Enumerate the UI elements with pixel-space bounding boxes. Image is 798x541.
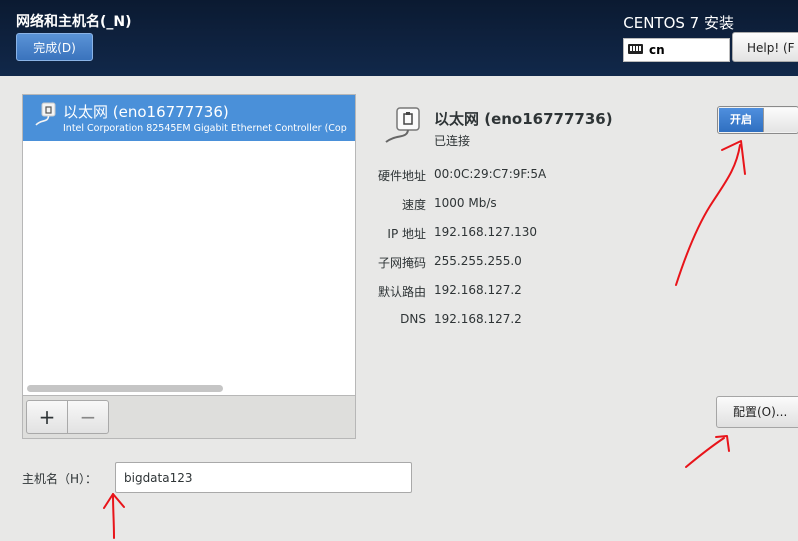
add-device-button[interactable]: + xyxy=(26,400,68,434)
ip-address-label: IP 地址 xyxy=(387,227,426,241)
keyboard-layout-indicator[interactable]: cn xyxy=(623,38,730,62)
keyboard-layout-label: cn xyxy=(649,43,665,57)
network-wired-icon xyxy=(35,102,56,126)
hostname-input[interactable] xyxy=(115,462,412,493)
speed-value: 1000 Mb/s xyxy=(434,196,497,210)
subnet-mask-label: 子网掩码 xyxy=(377,256,426,270)
annotation-arrow-hostname-head xyxy=(103,493,125,509)
device-name: 以太网 (eno16777736) xyxy=(63,103,229,121)
product-title: CENTOS 7 安装 xyxy=(623,14,734,32)
toggle-knob[interactable] xyxy=(763,108,798,132)
default-route-label: 默认路由 xyxy=(377,285,426,299)
hardware-address-value: 00:0C:29:C7:9F:5A xyxy=(434,167,547,181)
hardware-address-label: 硬件地址 xyxy=(377,169,426,183)
remove-device-button[interactable]: − xyxy=(67,400,109,434)
dns-label: DNS xyxy=(400,312,426,326)
device-toggle-switch[interactable]: 开启 xyxy=(717,106,798,134)
subnet-mask-value: 255.255.255.0 xyxy=(434,254,522,268)
annotation-arrow-hostname xyxy=(112,493,115,539)
default-route-value: 192.168.127.2 xyxy=(434,283,522,297)
keyboard-icon xyxy=(628,44,643,54)
annotation-arrow-toggle-head xyxy=(721,140,746,175)
page-title: 网络和主机名(_N) xyxy=(16,14,132,30)
device-list-toolbar: + − xyxy=(22,396,356,439)
annotation-arrow-toggle xyxy=(675,144,741,286)
device-description: Intel Corporation 82545EM Gigabit Ethern… xyxy=(63,123,347,134)
help-button[interactable]: Help! (F xyxy=(732,32,798,62)
horizontal-scrollbar[interactable] xyxy=(27,385,223,392)
done-button[interactable]: 完成(D) xyxy=(16,33,93,61)
speed-label: 速度 xyxy=(401,198,426,212)
toggle-on-label: 开启 xyxy=(719,108,763,132)
ip-address-value: 192.168.127.130 xyxy=(434,225,538,239)
network-wired-icon xyxy=(385,107,420,143)
header-bar: 网络和主机名(_N) 完成(D) CENTOS 7 安装 cn Help! (F xyxy=(0,0,798,76)
configure-button[interactable]: 配置(O)... xyxy=(716,396,798,428)
annotation-arrow-configure-head xyxy=(715,435,730,452)
dns-value: 192.168.127.2 xyxy=(434,312,522,326)
annotation-arrow-configure xyxy=(685,437,725,468)
hostname-label: 主机名（H）： xyxy=(22,472,98,486)
device-detail-name: 以太网 (eno16777736) xyxy=(434,110,613,128)
device-status: 已连接 xyxy=(434,134,471,148)
device-list: 以太网 (eno16777736) Intel Corporation 8254… xyxy=(22,94,356,396)
device-list-item[interactable]: 以太网 (eno16777736) Intel Corporation 8254… xyxy=(23,95,355,141)
